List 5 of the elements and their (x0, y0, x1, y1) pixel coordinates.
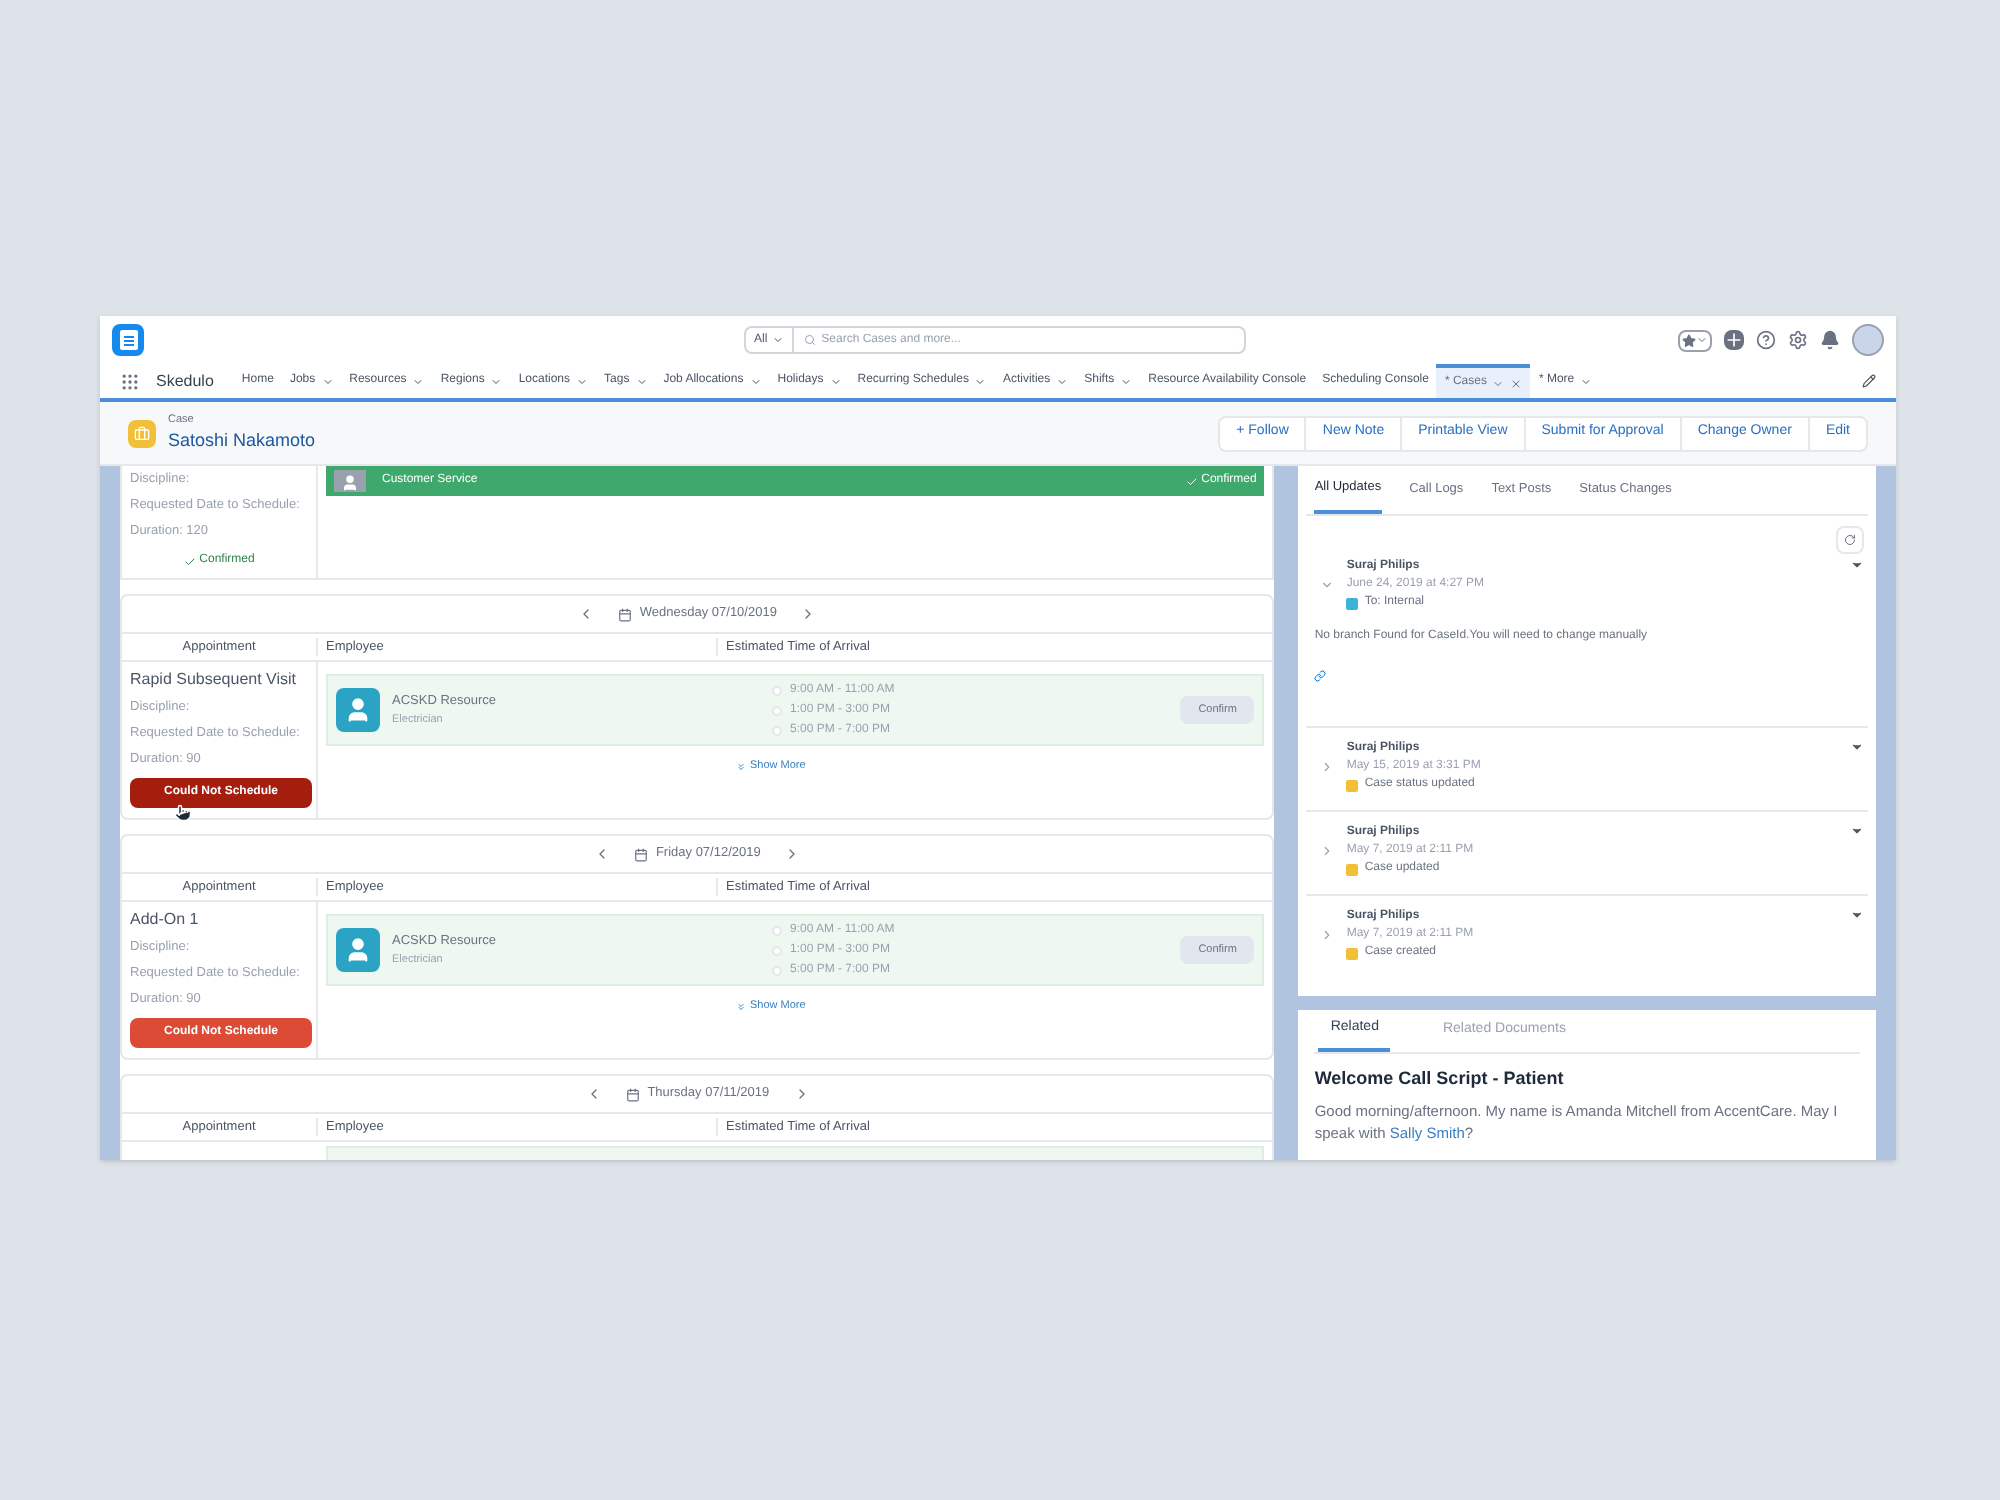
record-name: Satoshi Nakamoto (168, 427, 316, 454)
appointment-name: Rapid Subsequent Visit (130, 670, 299, 690)
script-title: Welcome Call Script - Patient (1314, 1066, 1566, 1092)
appointment-name: Add-On 1 (130, 910, 201, 930)
app-name: Skedulo (156, 369, 214, 393)
